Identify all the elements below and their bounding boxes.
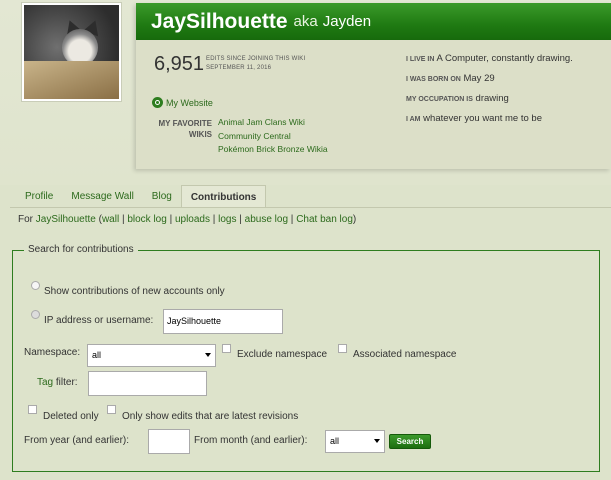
aka-name: Jayden: [322, 13, 372, 30]
favorite-wiki-link[interactable]: Animal Jam Clans Wiki: [218, 116, 328, 130]
username-input[interactable]: JaySilhouette: [163, 309, 283, 334]
tag-filter-label: Tag filter:: [37, 377, 78, 388]
edits-since-line1: EDITS SINCE JOINING THIS WIKI: [206, 56, 306, 62]
tag-filter-input[interactable]: [88, 371, 207, 396]
block-log-link[interactable]: block log: [127, 214, 166, 225]
deleted-only-checkbox[interactable]: [28, 405, 37, 414]
chat-ban-log-link[interactable]: Chat ban log: [296, 214, 353, 225]
separator: |: [166, 214, 175, 225]
info-born-on: I WAS BORN ON May 29: [406, 72, 611, 92]
uploads-link[interactable]: uploads: [175, 214, 210, 225]
paren-close: ): [352, 214, 357, 225]
ip-username-radio[interactable]: [31, 310, 40, 319]
search-legend: Search for contributions: [24, 244, 138, 255]
avatar[interactable]: [22, 3, 121, 101]
tab-contributions[interactable]: Contributions: [180, 185, 267, 208]
wall-link[interactable]: wall: [102, 214, 119, 225]
search-button[interactable]: Search: [389, 434, 431, 449]
new-accounts-radio[interactable]: [31, 281, 40, 290]
from-month-select[interactable]: all: [325, 430, 385, 453]
edit-count: 6,951: [154, 53, 205, 75]
aka-label: aka: [293, 13, 318, 30]
separator: |: [209, 214, 219, 225]
tab-divider: [10, 207, 611, 208]
info-occupation: MY OCCUPATION IS drawing: [406, 92, 611, 112]
namespace-value: all: [92, 350, 102, 360]
from-month-label: From month (and earlier):: [194, 435, 308, 446]
favorite-wiki-link[interactable]: Pokémon Brick Bronze Wikia: [218, 143, 328, 157]
ip-username-label: IP address or username:: [44, 315, 154, 326]
tag-link[interactable]: Tag: [37, 377, 53, 388]
info-value: May 29: [463, 73, 495, 84]
exclude-namespace-checkbox[interactable]: [222, 344, 231, 353]
contributions-for-line: For JaySilhouette (wall | block log | up…: [18, 214, 356, 225]
info-value: A Computer, constantly drawing.: [436, 53, 573, 64]
profile-name-bar: JaySilhouette aka Jayden: [136, 3, 611, 40]
chevron-down-icon: [374, 439, 380, 443]
logs-link[interactable]: logs: [218, 214, 236, 225]
tab-profile[interactable]: Profile: [16, 185, 62, 208]
deleted-only-label: Deleted only: [43, 411, 99, 422]
edits-since-date: SEPTEMBER 11, 2016: [206, 65, 272, 71]
favorite-wikis-label-line2: WIKIS: [188, 130, 212, 139]
info-label: I AM: [406, 116, 421, 123]
from-year-input[interactable]: [148, 429, 190, 454]
edits-since: EDITS SINCE JOINING THIS WIKI SEPTEMBER …: [206, 55, 305, 73]
profile-username: JaySilhouette: [151, 9, 288, 33]
namespace-label: Namespace:: [24, 347, 81, 358]
new-accounts-label: Show contributions of new accounts only: [44, 286, 225, 297]
associated-namespace-label: Associated namespace: [353, 349, 457, 360]
namespace-select[interactable]: all: [87, 344, 216, 367]
profile-info: I LIVE IN A Computer, constantly drawing…: [406, 52, 611, 132]
latest-revisions-label: Only show edits that are latest revision…: [122, 411, 299, 422]
favorite-wiki-link[interactable]: Community Central: [218, 130, 328, 144]
tab-blog[interactable]: Blog: [143, 185, 181, 208]
from-year-label: From year (and earlier):: [24, 435, 130, 446]
abuse-log-link[interactable]: abuse log: [245, 214, 288, 225]
info-lives-in: I LIVE IN A Computer, constantly drawing…: [406, 52, 611, 72]
avatar-image: [24, 5, 119, 99]
separator: |: [236, 214, 245, 225]
info-label: I WAS BORN ON: [406, 76, 461, 83]
tab-message-wall[interactable]: Message Wall: [62, 185, 142, 208]
profile-tabs: Profile Message Wall Blog Contributions: [16, 185, 267, 208]
for-prefix: For: [18, 214, 36, 225]
info-value: whatever you want me to be: [423, 113, 542, 124]
website-label: My Website: [166, 97, 213, 108]
separator: |: [288, 214, 297, 225]
favorite-wikis-label-line1: MY FAVORITE: [158, 119, 213, 128]
favorite-wikis-label: MY FAVORITE WIKIS: [156, 118, 213, 140]
info-value: drawing: [475, 93, 509, 104]
exclude-namespace-label: Exclude namespace: [237, 349, 328, 360]
associated-namespace-checkbox[interactable]: [338, 344, 347, 353]
tag-filter-suffix: filter:: [53, 377, 78, 388]
chevron-down-icon: [205, 353, 211, 357]
from-month-value: all: [330, 436, 340, 446]
user-link[interactable]: JaySilhouette: [36, 214, 96, 225]
info-label: MY OCCUPATION IS: [406, 96, 473, 103]
website-link[interactable]: My Website: [152, 97, 213, 108]
favorite-wikis-list: Animal Jam Clans Wiki Community Central …: [218, 116, 328, 157]
globe-icon: [152, 97, 163, 108]
latest-revisions-checkbox[interactable]: [107, 405, 116, 414]
profile-card: JaySilhouette aka Jayden 6,951 EDITS SIN…: [136, 3, 611, 169]
info-label: I LIVE IN: [406, 56, 435, 63]
info-i-am: I AM whatever you want me to be: [406, 112, 611, 132]
